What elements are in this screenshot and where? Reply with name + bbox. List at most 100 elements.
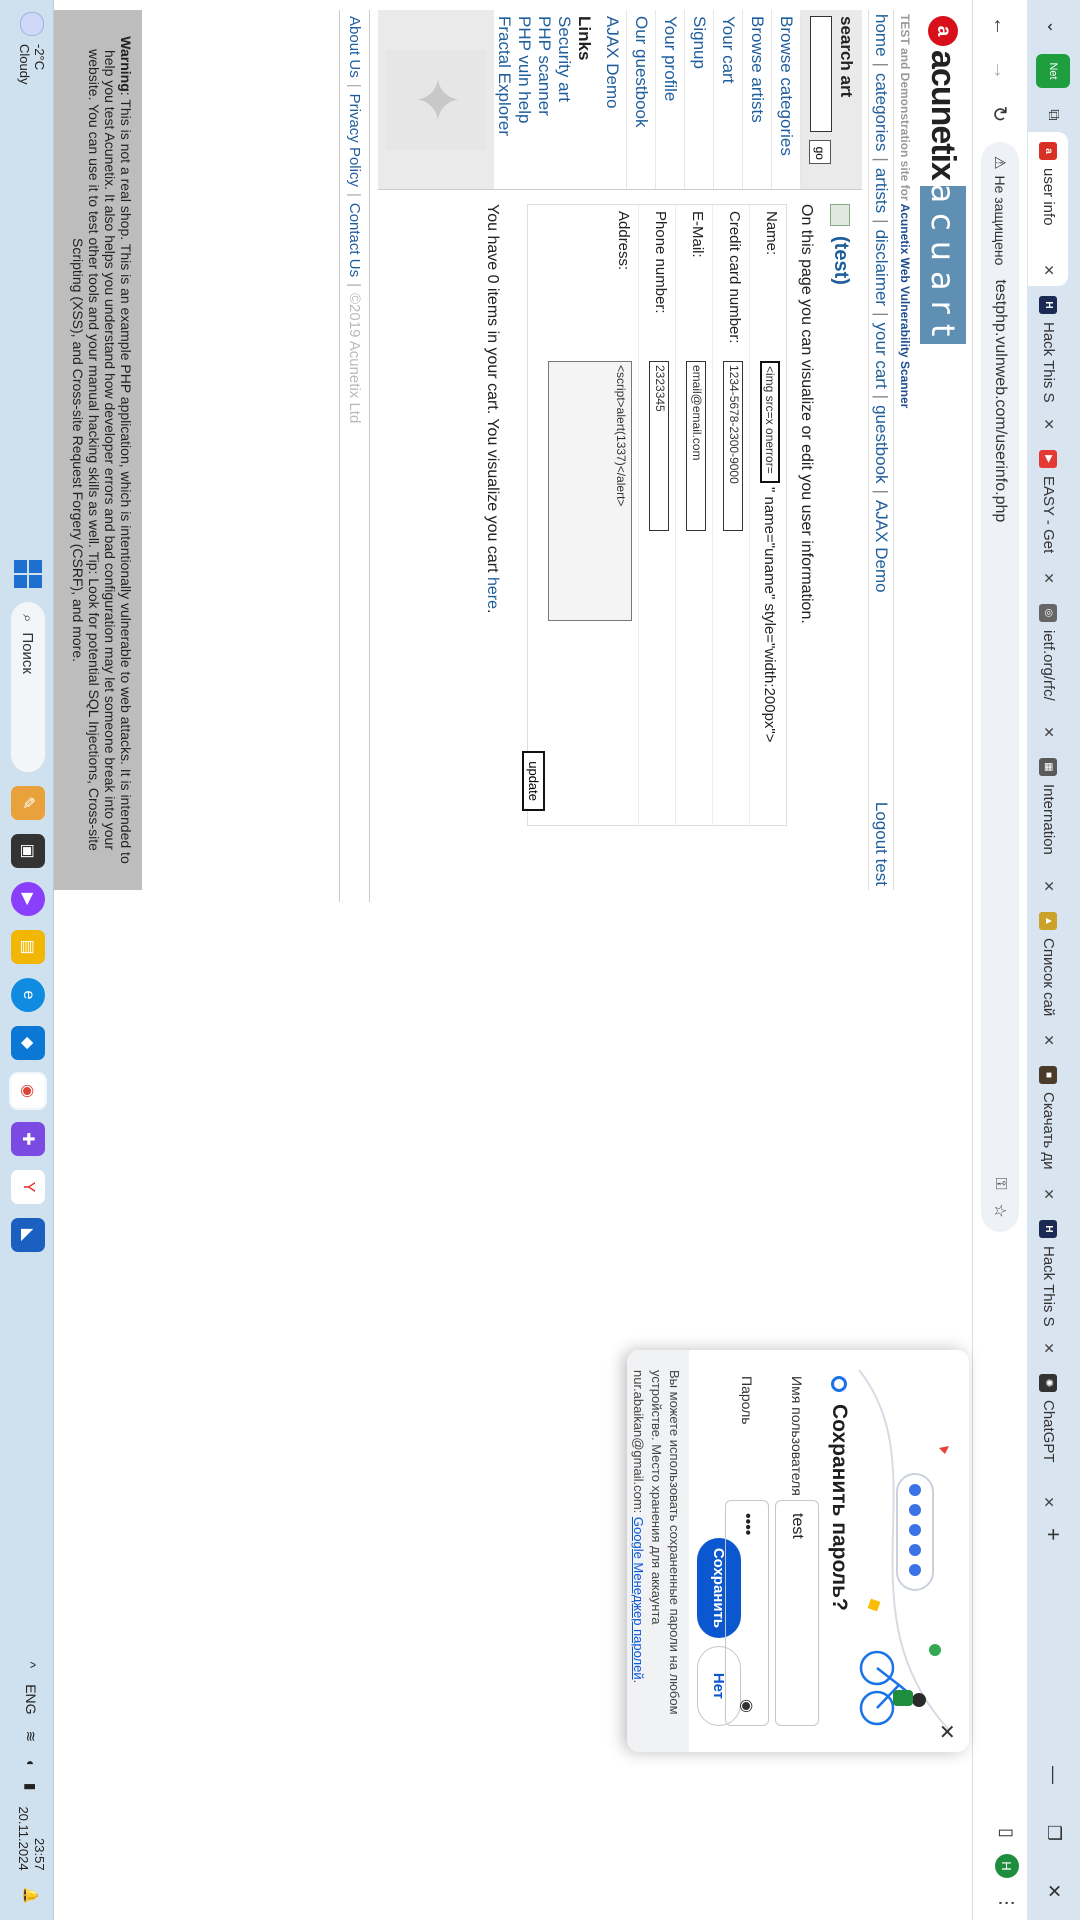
address-bar[interactable]: ⚠ Не защищено testphp.vulnweb.com/userin…: [981, 142, 1019, 1232]
credit-card-label: Credit card number:: [726, 211, 743, 344]
new-tab-plus-icon[interactable]: +: [1041, 1528, 1067, 1541]
wifi-icon[interactable]: ≋: [23, 1731, 40, 1743]
volume-icon[interactable]: ◖: [23, 1758, 39, 1766]
top-nav-link[interactable]: categories: [872, 73, 891, 151]
app-icon-net[interactable]: Net: [1036, 54, 1071, 88]
top-nav-link[interactable]: disclaimer: [872, 230, 891, 307]
top-nav-link[interactable]: home: [872, 14, 891, 57]
chevron-up-icon[interactable]: ^: [23, 1662, 39, 1669]
email-input[interactable]: email@email.com: [686, 361, 706, 531]
security-indicator[interactable]: ⚠ Не защищено: [991, 156, 1009, 265]
browser-tab[interactable]: ▦ Internation ✕: [1029, 748, 1069, 902]
tab-close-icon[interactable]: ✕: [1040, 572, 1057, 584]
clock[interactable]: 23:57 20.11.2024: [15, 1806, 47, 1870]
ms-store-icon[interactable]: ◆: [11, 1026, 45, 1060]
workspaces-icon[interactable]: ⧉: [1037, 98, 1071, 132]
maximize-icon[interactable]: ❐: [1027, 1804, 1080, 1862]
username-field[interactable]: test: [775, 1500, 819, 1726]
browser-tab[interactable]: ▲ Список сай ✕: [1029, 902, 1069, 1056]
tab-search-button[interactable]: ⌄: [1037, 10, 1071, 44]
tagline-brand-link[interactable]: Acunetix Web Vulnerability Scanner: [898, 204, 912, 409]
close-window-icon[interactable]: ✕: [1027, 1862, 1080, 1920]
browser-tab[interactable]: H Hack This S ✕: [1029, 286, 1069, 440]
footer-link[interactable]: Privacy Policy: [347, 94, 364, 187]
password-manager-link[interactable]: Google Менеджер паролей: [631, 1517, 646, 1680]
site-logo[interactable]: a acunetix acuart: [918, 10, 966, 890]
tab-close-icon[interactable]: ✕: [1040, 418, 1057, 430]
tab-close-icon[interactable]: ✕: [1040, 1342, 1057, 1354]
cart-here-link[interactable]: here: [484, 577, 501, 609]
browser-tab[interactable]: ▶ EASY - Get ✕: [1029, 440, 1069, 594]
app-task-view-icon[interactable]: ▣: [11, 834, 45, 868]
app-media-icon[interactable]: ▶: [11, 882, 45, 916]
close-icon[interactable]: ✕: [934, 1723, 959, 1740]
app-puzzle-icon[interactable]: ✚: [11, 1122, 45, 1156]
external-link[interactable]: PHP vuln help: [515, 10, 535, 189]
address-textarea[interactable]: <script>alert(1337)</alert>: [548, 361, 632, 621]
phone-input[interactable]: 2323345: [649, 361, 669, 531]
file-explorer-icon[interactable]: ▤: [11, 930, 45, 964]
sidebar-panel-icon[interactable]: ▯: [997, 1828, 1018, 1838]
credit-card-input[interactable]: 1234-5678-2300-9000: [723, 361, 743, 531]
sidebar-link[interactable]: Browse categories: [772, 10, 802, 189]
chrome-browser-icon[interactable]: ◉: [9, 1072, 47, 1110]
tab-close-icon[interactable]: ✕: [1040, 726, 1057, 738]
browser-tab[interactable]: H Hack This S ✕: [1029, 1210, 1069, 1364]
search-art-input[interactable]: [810, 16, 832, 132]
top-nav-link[interactable]: your cart: [872, 323, 891, 389]
weather-widget[interactable]: -2°C Cloudy: [17, 12, 47, 84]
password-key-icon[interactable]: ⚿: [991, 1177, 1009, 1189]
profile-avatar[interactable]: Н: [995, 1854, 1019, 1878]
top-nav-link[interactable]: artists: [872, 168, 891, 213]
forward-arrow-icon[interactable]: →: [982, 52, 1018, 88]
app-paint-icon[interactable]: ✎: [11, 786, 45, 820]
browser-tab[interactable]: ✺ ChatGPT ✕: [1029, 1364, 1069, 1518]
browser-tab[interactable]: ■ Скачать ди ✕: [1029, 1056, 1069, 1210]
url-text[interactable]: testphp.vulnweb.com/userinfo.php: [991, 279, 1009, 522]
tab-close-icon[interactable]: ✕: [1040, 264, 1057, 276]
external-link[interactable]: PHP scanner: [535, 10, 555, 189]
external-link[interactable]: Fractal Explorer: [495, 10, 515, 189]
minimize-icon[interactable]: —: [1027, 1746, 1080, 1804]
sidebar-link[interactable]: Our guestbook: [627, 10, 657, 189]
nav-separator: |: [872, 219, 891, 224]
more-menu-icon[interactable]: ⋮: [997, 1894, 1018, 1912]
language-indicator[interactable]: ENG: [23, 1684, 39, 1714]
sidebar-link[interactable]: AJAX Demo: [598, 10, 628, 189]
sidebar-link[interactable]: Browse artists: [743, 10, 773, 189]
battery-icon[interactable]: ▮: [23, 1783, 40, 1791]
tab-favicon-icon: ▶: [1039, 450, 1058, 468]
logout-link[interactable]: Logout test: [871, 802, 891, 886]
search-art-title: search art: [837, 16, 856, 98]
search-go-button[interactable]: go: [809, 139, 832, 164]
footer-link[interactable]: About Us: [347, 16, 364, 78]
browser-tab[interactable]: ◎ ietf.org/rfc/ ✕: [1029, 594, 1069, 748]
weather-temperature: -2°C: [32, 44, 47, 71]
update-button[interactable]: update: [522, 751, 545, 811]
password-field[interactable]: •••• ◉: [725, 1500, 769, 1726]
back-arrow-icon[interactable]: ←: [982, 8, 1018, 44]
top-nav-link[interactable]: guestbook: [872, 405, 891, 483]
browser-tab[interactable]: a user info ✕: [1028, 132, 1069, 286]
windows-start-icon[interactable]: [14, 560, 42, 588]
bookmark-star-icon[interactable]: ☆: [990, 1204, 1010, 1218]
sidebar-link[interactable]: Signup: [685, 10, 715, 189]
taskbar-search[interactable]: ⌕ Поиск: [11, 602, 45, 772]
top-nav-link[interactable]: AJAX Demo: [872, 500, 891, 593]
password-illustration: [858, 1369, 950, 1731]
external-link[interactable]: Security art: [555, 10, 575, 189]
footer-link[interactable]: Contact Us: [347, 203, 364, 277]
name-input[interactable]: <img src=x onerror=: [760, 361, 780, 483]
app-sail-icon[interactable]: ◣: [11, 1218, 45, 1252]
show-password-eye-icon[interactable]: ◉: [737, 1699, 757, 1713]
edge-browser-icon[interactable]: e: [11, 978, 45, 1012]
tab-close-icon[interactable]: ✕: [1040, 1034, 1057, 1046]
tab-close-icon[interactable]: ✕: [1040, 1496, 1057, 1508]
sidebar-link[interactable]: Your cart: [714, 10, 744, 189]
sidebar-link[interactable]: Your profile: [656, 10, 686, 189]
reload-icon[interactable]: ↻: [982, 96, 1018, 132]
tab-close-icon[interactable]: ✕: [1040, 880, 1057, 892]
yandex-browser-icon[interactable]: Y: [11, 1170, 45, 1204]
notification-bell-icon[interactable]: 🔔: [23, 1887, 40, 1904]
tab-close-icon[interactable]: ✕: [1040, 1188, 1057, 1200]
